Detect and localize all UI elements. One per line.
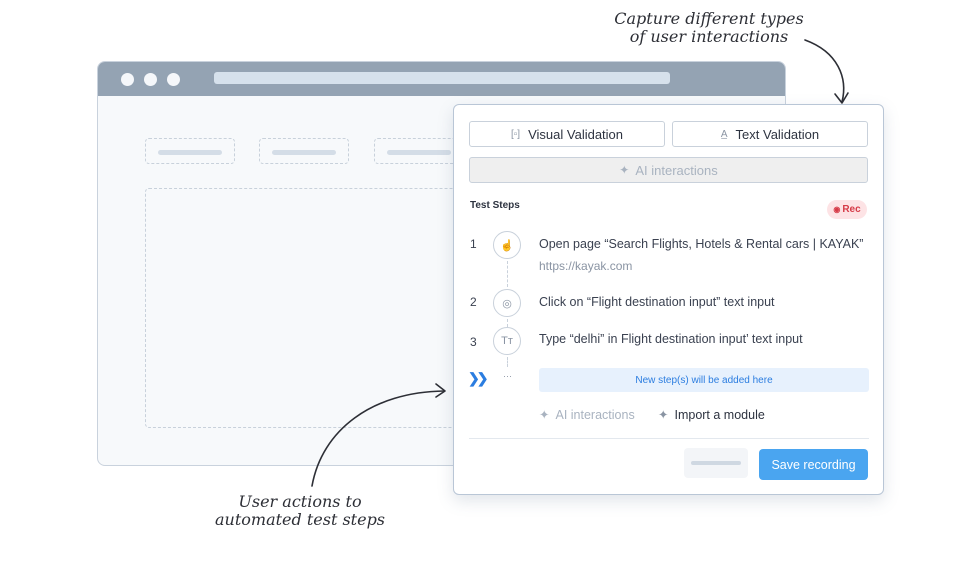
placeholder-chip — [145, 138, 235, 164]
step-text[interactable]: Open page “Search Flights, Hotels & Rent… — [539, 237, 863, 251]
test-steps-title: Test Steps — [470, 200, 520, 211]
double-chevron-right-icon: ❯❯ — [468, 370, 489, 386]
placeholder-content-area — [145, 188, 475, 428]
step-text[interactable]: Type “delhi” in Flight destination input… — [539, 332, 803, 346]
step-url: https://kayak.com — [539, 259, 633, 273]
window-dot-icon — [121, 73, 134, 86]
placeholder-chip — [259, 138, 349, 164]
step-connector — [507, 261, 508, 287]
step-text[interactable]: Click on “Flight destination input” text… — [539, 295, 775, 309]
annotation-user-actions: User actions to automated test steps — [200, 493, 400, 529]
browser-title-bar — [98, 62, 785, 96]
ellipsis-icon: ··· — [503, 371, 512, 381]
placeholder-chip — [374, 138, 464, 164]
annotation-capture-interactions: Capture different types of user interact… — [600, 10, 818, 46]
annotation-line: Capture different types — [614, 9, 804, 28]
rec-badge[interactable]: ◉ Rec — [827, 200, 867, 219]
test-recorder-panel: [▫] Visual Validation A̲ Text Validation… — [453, 104, 884, 495]
step-connector — [507, 357, 508, 367]
save-recording-button[interactable]: Save recording — [759, 449, 868, 480]
step-number: 1 — [470, 237, 477, 251]
hand-pointer-icon: ☝ — [493, 231, 521, 259]
step-number: 3 — [470, 335, 477, 349]
annotation-line: User actions to — [238, 492, 362, 511]
text-validation-label: Text Validation — [735, 126, 820, 142]
text-type-icon: Tт — [493, 327, 521, 355]
visual-validation-button[interactable]: [▫] Visual Validation — [469, 121, 665, 147]
ai-interactions-label: AI interactions — [635, 162, 718, 178]
sparkle-icon: ✦ — [658, 408, 669, 422]
window-dot-icon — [144, 73, 157, 86]
sparkle-icon: ✦ — [539, 408, 550, 422]
window-dot-icon — [167, 73, 180, 86]
divider — [469, 438, 869, 439]
url-bar-placeholder — [214, 72, 670, 84]
sparkle-icon: ✦ — [619, 163, 630, 177]
import-module-link[interactable]: ✦ Import a module — [658, 407, 765, 423]
ai-interactions-link[interactable]: ✦ AI interactions — [539, 407, 635, 423]
annotation-line: automated test steps — [214, 510, 386, 529]
ai-interactions-link-label: AI interactions — [555, 407, 635, 422]
ai-interactions-button[interactable]: ✦ AI interactions — [469, 157, 868, 183]
click-target-icon: ◎ — [493, 289, 521, 317]
text-validation-button[interactable]: A̲ Text Validation — [672, 121, 868, 147]
step-connector — [507, 319, 508, 327]
new-step-placeholder: New step(s) will be added here — [539, 368, 869, 392]
step-number: 2 — [470, 295, 477, 309]
annotation-line: of user interactions — [629, 27, 789, 46]
text-underline-icon: A̲ — [720, 128, 728, 140]
import-module-label: Import a module — [674, 407, 765, 422]
secondary-button-placeholder[interactable] — [684, 448, 748, 478]
rec-label: Rec — [842, 204, 861, 215]
record-dot-icon: ◉ — [833, 205, 841, 214]
visual-validation-label: Visual Validation — [528, 126, 624, 142]
frame-select-icon: [▫] — [510, 128, 521, 140]
